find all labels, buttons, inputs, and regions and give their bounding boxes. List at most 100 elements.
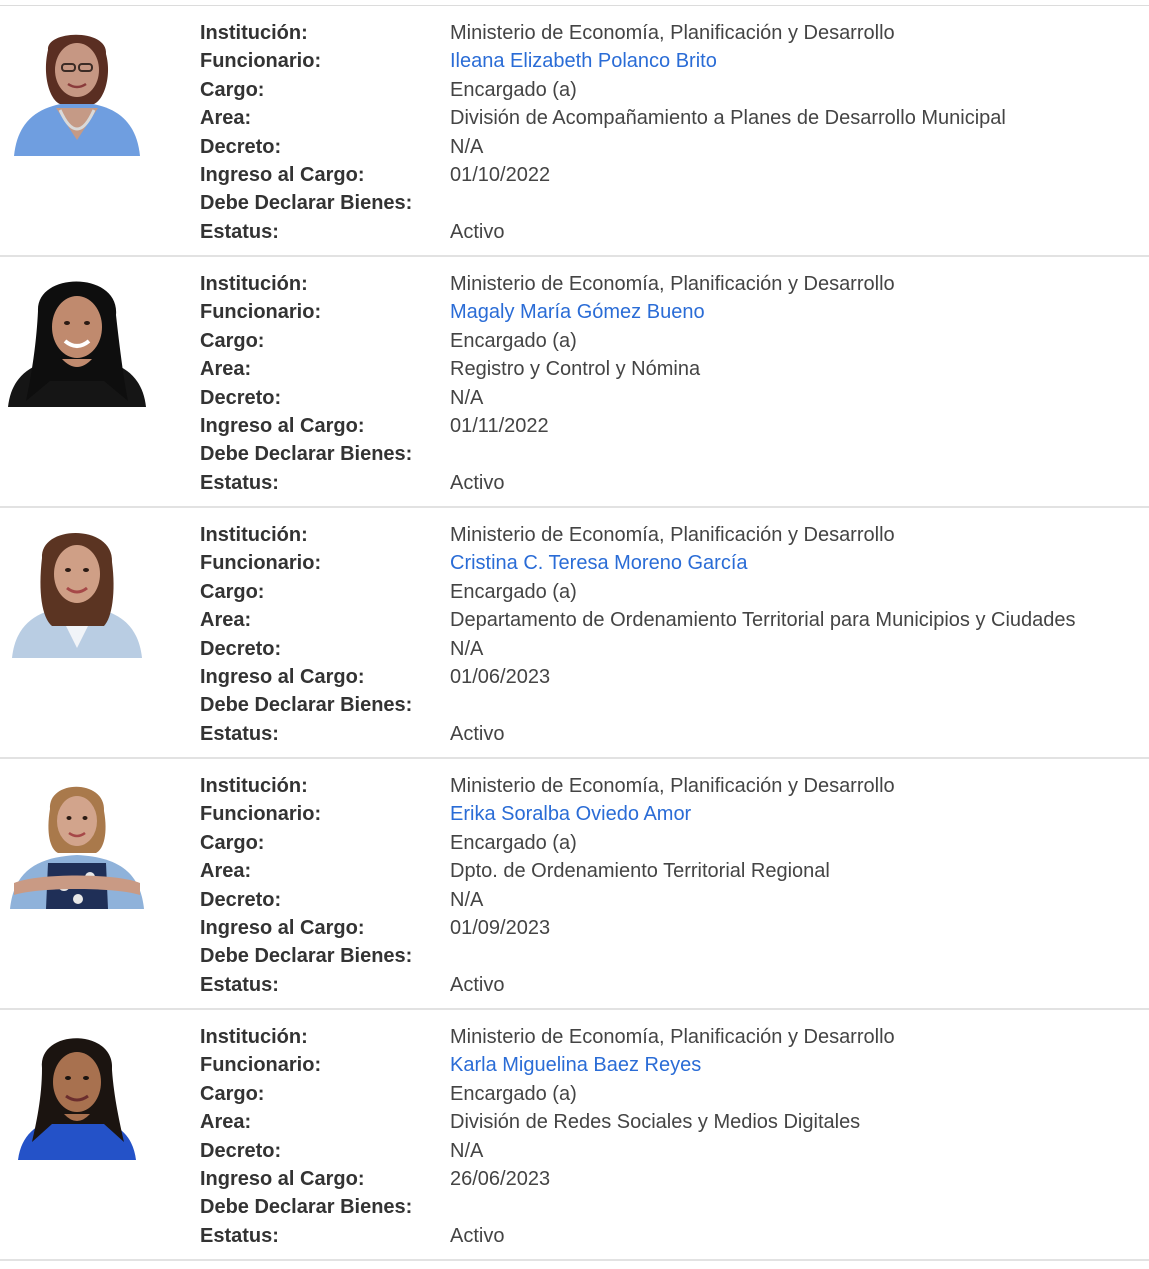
row-decreto: Decreto: N/A [200,1137,1149,1165]
official-photo [8,773,146,909]
row-cargo: Cargo: Encargado (a) [200,327,1149,355]
value-decreto: N/A [450,637,484,660]
person-portrait-icon [8,271,146,407]
label-cargo: Cargo: [200,329,265,352]
row-institucion: Institución: Ministerio de Economía, Pla… [200,19,1149,47]
label-funcionario: Funcionario: [200,301,322,324]
official-name-link[interactable]: Cristina C. Teresa Moreno García [450,549,748,577]
value-area: Registro y Control y Nómina [450,358,701,381]
row-institucion: Institución: Ministerio de Economía, Pla… [200,521,1149,549]
official-details: Institución: Ministerio de Economía, Pla… [200,270,1149,497]
row-area: Area: Dpto. de Ordenamiento Territorial … [200,857,1149,885]
value-institucion: Ministerio de Economía, Planificación y … [450,775,895,797]
row-area: Area: División de Redes Sociales y Medio… [200,1108,1149,1136]
label-decreto: Decreto: [200,1139,282,1162]
row-funcionario: Funcionario: Cristina C. Teresa Moreno G… [200,549,1149,577]
label-ingreso: Ingreso al Cargo: [200,665,365,688]
row-decreto: Decreto: N/A [200,384,1149,412]
person-portrait-icon [8,773,146,909]
label-area: Area: [200,358,252,381]
value-ingreso: 01/11/2022 [450,414,549,437]
row-institucion: Institución: Ministerio de Economía, Pla… [200,772,1149,800]
official-name-link[interactable]: Erika Soralba Oviedo Amor [450,800,691,828]
row-estatus: Estatus: Activo [200,720,1149,748]
row-cargo: Cargo: Encargado (a) [200,829,1149,857]
value-estatus: Activo [450,220,505,243]
row-cargo: Cargo: Encargado (a) [200,76,1149,104]
label-area: Area: [200,609,252,632]
official-photo [8,20,146,156]
label-estatus: Estatus: [200,220,279,243]
label-decreto: Decreto: [200,386,282,409]
label-area: Area: [200,107,252,130]
value-area: Dpto. de Ordenamiento Territorial Region… [450,860,830,883]
label-cargo: Cargo: [200,1082,265,1105]
label-estatus: Estatus: [200,973,279,996]
value-institucion: Ministerio de Economía, Planificación y … [450,273,895,295]
official-details: Institución: Ministerio de Economía, Pla… [200,772,1149,999]
official-photo [8,522,146,658]
value-area: División de Redes Sociales y Medios Digi… [450,1111,861,1134]
label-declarar: Debe Declarar Bienes: [200,192,413,215]
row-declarar: Debe Declarar Bienes: [200,942,1149,970]
value-cargo: Encargado (a) [450,1082,577,1105]
value-estatus: Activo [450,1224,505,1247]
official-name-link[interactable]: Magaly María Gómez Bueno [450,298,705,326]
row-decreto: Decreto: N/A [200,133,1149,161]
person-portrait-icon [8,1024,146,1160]
official-name-link[interactable]: Ileana Elizabeth Polanco Brito [450,47,717,75]
official-record: Institución: Ministerio de Economía, Pla… [0,6,1149,257]
value-cargo: Encargado (a) [450,78,577,101]
row-funcionario: Funcionario: Ileana Elizabeth Polanco Br… [200,47,1149,75]
official-record: Institución: Ministerio de Economía, Pla… [0,257,1149,508]
row-ingreso: Ingreso al Cargo: 26/06/2023 [200,1165,1149,1193]
label-estatus: Estatus: [200,722,279,745]
label-declarar: Debe Declarar Bienes: [200,694,413,717]
label-area: Area: [200,860,252,883]
label-ingreso: Ingreso al Cargo: [200,414,365,437]
label-declarar: Debe Declarar Bienes: [200,945,413,968]
row-ingreso: Ingreso al Cargo: 01/06/2023 [200,663,1149,691]
row-area: Area: Registro y Control y Nómina [200,355,1149,383]
value-cargo: Encargado (a) [450,329,577,352]
row-funcionario: Funcionario: Erika Soralba Oviedo Amor [200,800,1149,828]
label-decreto: Decreto: [200,888,282,911]
label-funcionario: Funcionario: [200,50,322,73]
label-institucion: Institución: [200,273,308,295]
row-ingreso: Ingreso al Cargo: 01/11/2022 [200,412,1149,440]
label-decreto: Decreto: [200,637,282,660]
row-ingreso: Ingreso al Cargo: 01/09/2023 [200,914,1149,942]
label-institucion: Institución: [200,775,308,797]
value-decreto: N/A [450,135,484,158]
value-decreto: N/A [450,1139,484,1162]
value-institucion: Ministerio de Economía, Planificación y … [450,22,895,44]
label-cargo: Cargo: [200,831,265,854]
value-institucion: Ministerio de Economía, Planificación y … [450,524,895,546]
row-cargo: Cargo: Encargado (a) [200,1080,1149,1108]
value-estatus: Activo [450,973,505,996]
value-ingreso: 01/10/2022 [450,163,551,186]
row-funcionario: Funcionario: Magaly María Gómez Bueno [200,298,1149,326]
row-funcionario: Funcionario: Karla Miguelina Baez Reyes [200,1051,1149,1079]
label-decreto: Decreto: [200,135,282,158]
value-area: Departamento de Ordenamiento Territorial… [450,609,1076,632]
row-declarar: Debe Declarar Bienes: [200,1193,1149,1221]
value-cargo: Encargado (a) [450,580,577,603]
label-cargo: Cargo: [200,580,265,603]
official-name-link[interactable]: Karla Miguelina Baez Reyes [450,1051,701,1079]
official-photo [8,1024,146,1160]
value-decreto: N/A [450,888,484,911]
officials-list: Institución: Ministerio de Economía, Pla… [0,5,1149,1261]
row-ingreso: Ingreso al Cargo: 01/10/2022 [200,161,1149,189]
label-funcionario: Funcionario: [200,1054,322,1077]
official-photo [8,271,146,407]
value-decreto: N/A [450,386,484,409]
label-institucion: Institución: [200,22,308,44]
value-ingreso: 01/06/2023 [450,665,551,688]
label-declarar: Debe Declarar Bienes: [200,443,413,466]
row-decreto: Decreto: N/A [200,886,1149,914]
row-declarar: Debe Declarar Bienes: [200,189,1149,217]
label-ingreso: Ingreso al Cargo: [200,916,365,939]
row-decreto: Decreto: N/A [200,635,1149,663]
label-institucion: Institución: [200,1026,308,1048]
